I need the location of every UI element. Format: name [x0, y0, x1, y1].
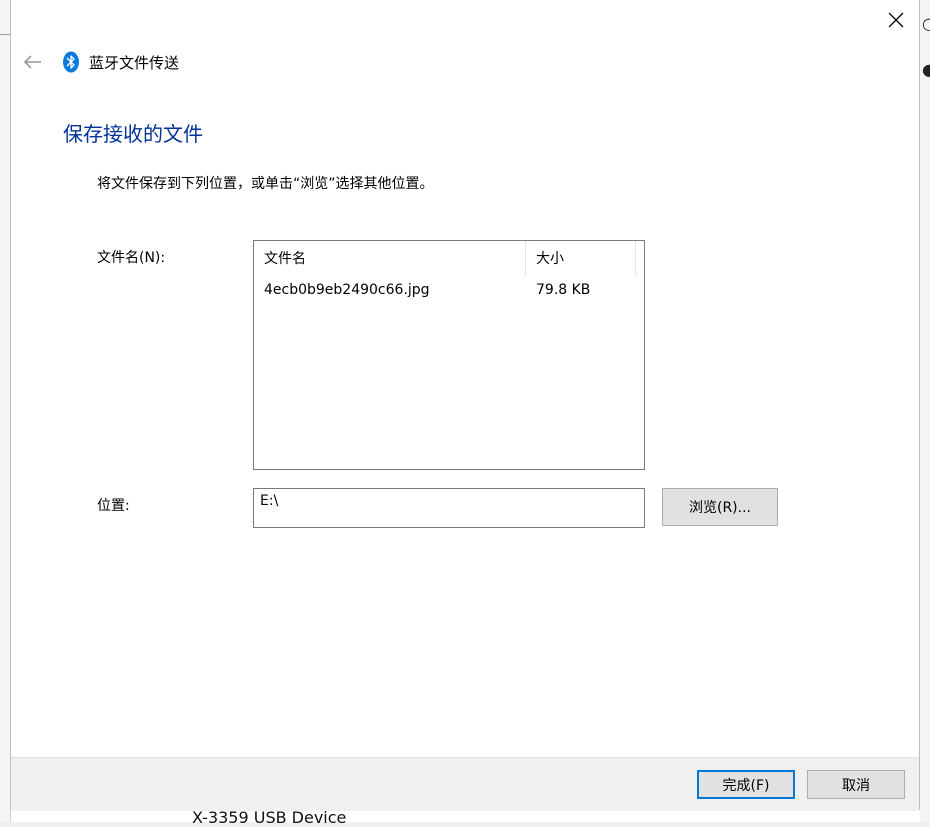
location-input[interactable]	[253, 488, 645, 528]
file-size-cell: 79.8 KB	[536, 282, 591, 298]
close-button[interactable]	[873, 0, 919, 40]
back-arrow-icon	[24, 55, 41, 69]
background-window-right-edge: ○ ●	[920, 0, 930, 822]
file-list-header: 文件名 大小	[254, 241, 644, 275]
column-header-filename[interactable]: 文件名	[254, 241, 526, 275]
finish-button[interactable]: 完成(F)	[697, 770, 795, 799]
back-button[interactable]	[19, 48, 47, 76]
navigation-bar: 蓝牙文件传送	[11, 44, 411, 80]
page-title: 保存接收的文件	[63, 122, 203, 146]
browse-button[interactable]: 浏览(R)...	[662, 488, 778, 526]
background-search-icon: ○	[922, 14, 930, 33]
table-row[interactable]: 4ecb0b9eb2490c66.jpg 79.8 KB	[254, 277, 644, 303]
background-user-icon: ●	[922, 60, 930, 79]
file-name-cell: 4ecb0b9eb2490c66.jpg	[264, 282, 430, 298]
filename-label: 文件名(N):	[97, 250, 166, 266]
instruction-text: 将文件保存到下列位置，或单击“浏览”选择其他位置。	[97, 176, 434, 192]
bluetooth-transfer-dialog: 蓝牙文件传送 保存接收的文件 将文件保存到下列位置，或单击“浏览”选择其他位置。…	[10, 0, 920, 811]
background-divider	[0, 34, 10, 35]
column-header-size[interactable]: 大小	[526, 241, 636, 275]
window-title: 蓝牙文件传送	[89, 54, 180, 72]
close-icon	[888, 12, 904, 28]
location-label: 位置:	[97, 498, 130, 514]
bluetooth-icon	[61, 51, 81, 73]
cancel-button[interactable]: 取消	[807, 770, 905, 799]
file-list[interactable]: 文件名 大小 4ecb0b9eb2490c66.jpg 79.8 KB	[253, 240, 645, 470]
dialog-footer: 完成(F) 取消	[11, 757, 919, 811]
